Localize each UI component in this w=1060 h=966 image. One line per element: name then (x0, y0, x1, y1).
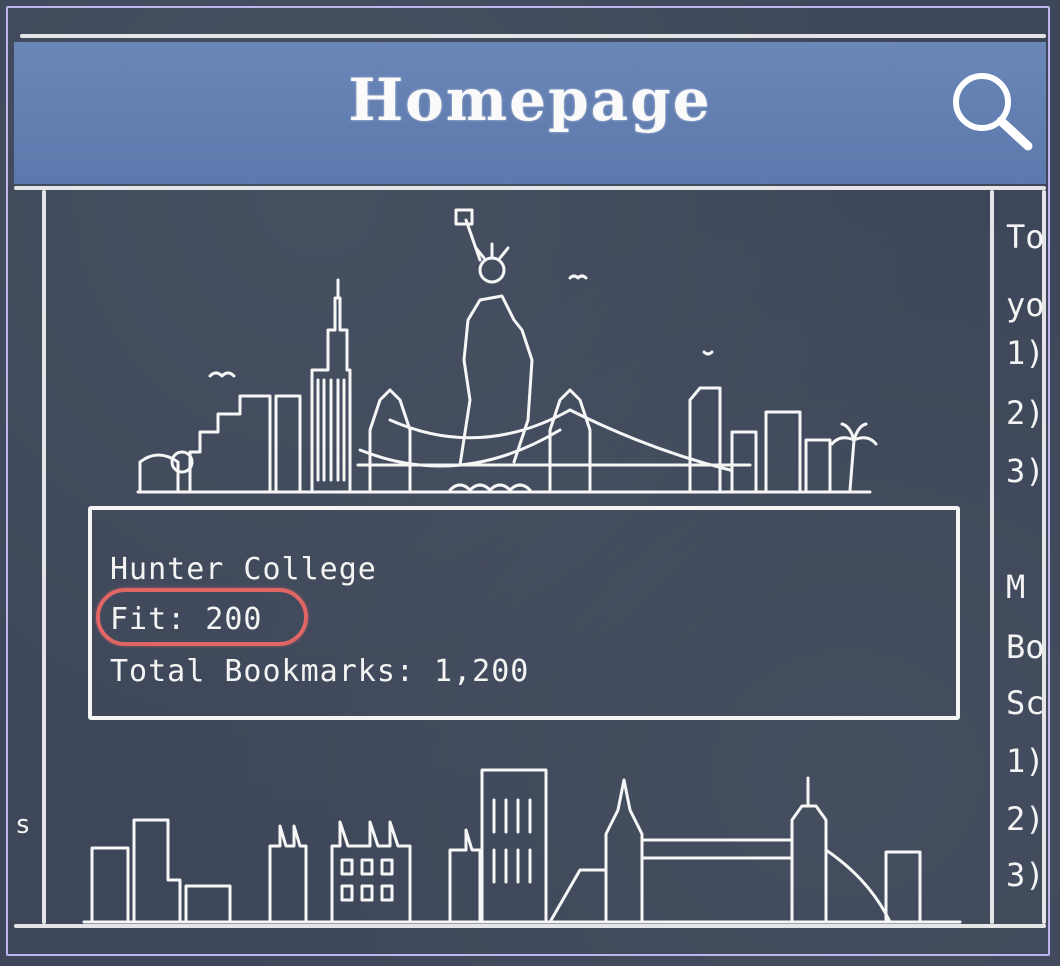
right-text-line: yo (1006, 286, 1045, 324)
right-text-line: 2) (1006, 800, 1045, 838)
left-edge-text: s (15, 810, 31, 840)
college-name: Hunter College (110, 552, 377, 587)
right-text-line: Sc (1006, 684, 1045, 722)
right-text-line: 1) (1006, 334, 1045, 372)
right-text-line: M (1006, 568, 1026, 606)
right-text-line: Bo (1006, 628, 1045, 666)
nyc-skyline-illustration (136, 208, 878, 494)
page-title: Homepage (348, 66, 712, 134)
right-side-panel: To yo 1) 2) 3) M Bo Sc 1) 2) 3) (990, 188, 1050, 922)
bottom-chalk-line (14, 924, 1046, 928)
right-text-line: 2) (1006, 394, 1045, 432)
right-text-line: 1) (1006, 742, 1045, 780)
search-icon (953, 73, 1033, 151)
header-bar: Homepage (14, 42, 1046, 184)
college-info-card[interactable]: Hunter College Fit: 200 Total Bookmarks:… (88, 506, 960, 720)
header-underline (14, 186, 1046, 190)
fit-score: Fit: 200 (110, 602, 263, 637)
london-skyline-illustration (82, 768, 962, 924)
right-text-line: 3) (1006, 452, 1045, 490)
right-text-line: 3) (1006, 856, 1045, 894)
total-bookmarks: Total Bookmarks: 1,200 (110, 654, 530, 689)
main-left-border (42, 190, 46, 924)
search-button[interactable] (948, 68, 1038, 158)
top-chalk-line (20, 34, 1046, 38)
right-text-line: To (1006, 218, 1045, 256)
